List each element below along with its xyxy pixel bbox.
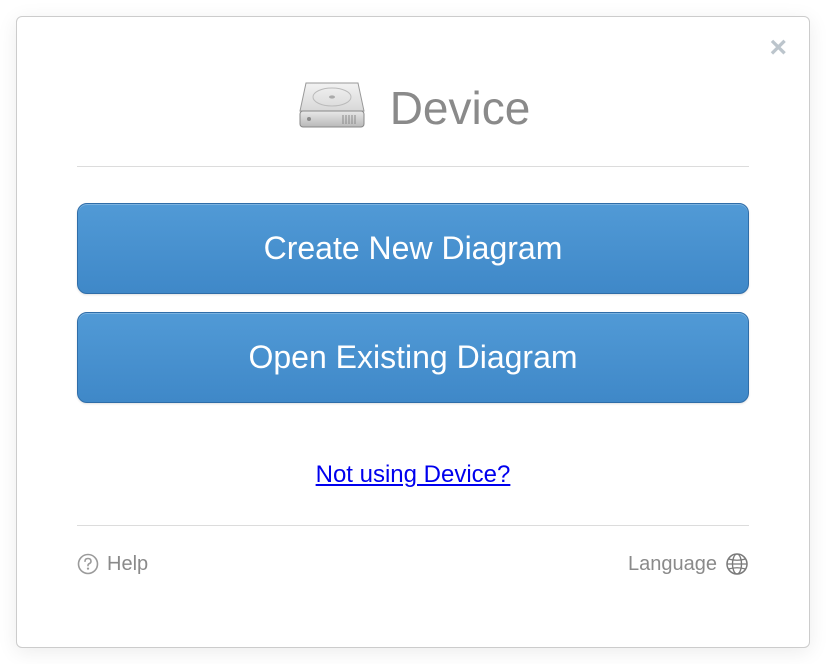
open-existing-diagram-button[interactable]: Open Existing Diagram [77, 312, 749, 403]
language-link[interactable]: Language [628, 552, 749, 576]
dialog-header: Device [77, 41, 749, 166]
device-icon [296, 77, 368, 138]
create-new-diagram-button[interactable]: Create New Diagram [77, 203, 749, 294]
actions: Create New Diagram Open Existing Diagram [77, 167, 749, 433]
storage-dialog: × [16, 16, 810, 648]
close-icon[interactable]: × [769, 33, 787, 63]
language-label: Language [628, 553, 717, 576]
globe-icon [725, 552, 749, 576]
dialog-footer: Help Language [77, 526, 749, 576]
storage-link-row: Not using Device? [77, 433, 749, 525]
help-link[interactable]: Help [77, 553, 148, 576]
dialog-title: Device [390, 81, 531, 135]
change-storage-link[interactable]: Not using Device? [316, 461, 511, 488]
help-icon [77, 553, 99, 575]
help-label: Help [107, 553, 148, 576]
